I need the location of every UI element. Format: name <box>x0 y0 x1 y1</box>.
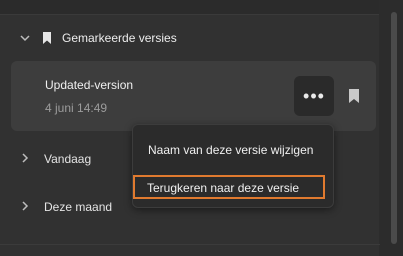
top-strip <box>0 0 403 15</box>
version-name: Updated-version <box>45 78 134 92</box>
bookmark-icon <box>42 31 52 50</box>
chevron-right-icon[interactable] <box>18 200 32 214</box>
divider <box>0 244 380 245</box>
version-date: 4 juni 14:49 <box>45 101 108 115</box>
group-label-deze-maand[interactable]: Deze maand <box>44 200 112 214</box>
bookmark-icon[interactable] <box>348 88 362 106</box>
chevron-down-icon[interactable] <box>18 32 32 46</box>
more-options-button[interactable]: ••• <box>294 76 334 116</box>
menu-item-rename[interactable]: Naam van deze versie wijzigen <box>148 143 313 157</box>
scrollbar-thumb[interactable] <box>391 12 397 244</box>
chevron-right-icon[interactable] <box>18 152 32 166</box>
scrollbar-track[interactable] <box>379 0 403 256</box>
section-title[interactable]: Gemarkeerde versies <box>62 31 177 45</box>
more-icon: ••• <box>303 85 325 106</box>
group-label-vandaag[interactable]: Vandaag <box>44 152 91 166</box>
menu-item-restore-label[interactable]: Terugkeren naar deze versie <box>147 181 299 195</box>
